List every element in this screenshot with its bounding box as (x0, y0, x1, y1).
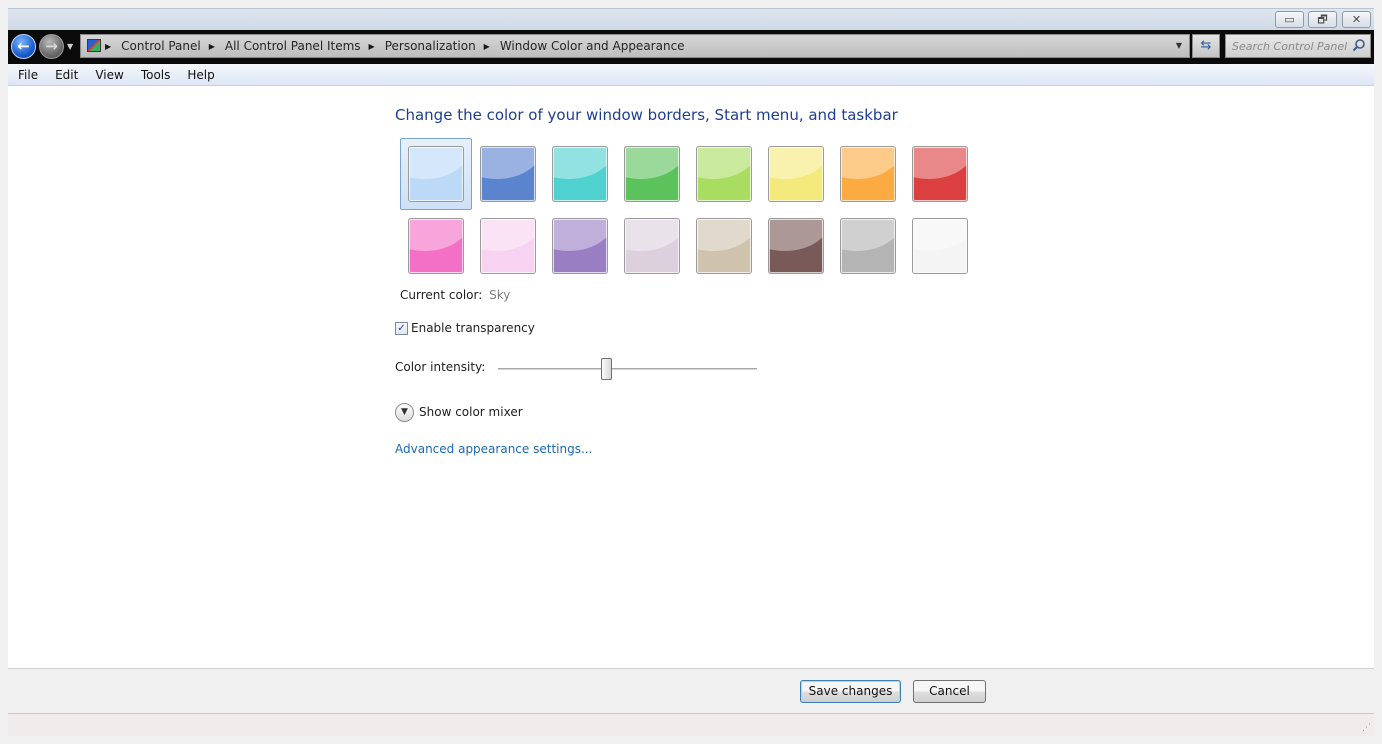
color-swatch[interactable] (400, 138, 472, 210)
color-swatch[interactable] (904, 210, 976, 282)
intensity-slider-track[interactable] (498, 368, 757, 371)
color-swatch[interactable] (688, 138, 760, 210)
color-swatch-fill (480, 146, 536, 202)
menu-tools[interactable]: Tools (131, 68, 178, 82)
chevron-right-icon[interactable]: ▶ (209, 42, 215, 51)
menu-bar: File Edit View Tools Help (8, 64, 1374, 86)
refresh-button[interactable]: ⇆ (1192, 34, 1220, 58)
recent-pages-dropdown-icon[interactable]: ▼ (67, 42, 73, 51)
cancel-button[interactable]: Cancel (913, 680, 986, 703)
title-bar: ▭ 🗗 ✕ (8, 8, 1374, 30)
breadcrumb-personalization[interactable]: Personalization (385, 39, 476, 53)
restore-button[interactable]: 🗗 (1308, 11, 1337, 28)
color-swatch-fill (912, 218, 968, 274)
menu-file[interactable]: File (8, 68, 45, 82)
search-box (1225, 34, 1371, 58)
color-swatch[interactable] (904, 138, 976, 210)
color-swatch-fill (768, 146, 824, 202)
color-swatch-fill (912, 146, 968, 202)
transparency-label[interactable]: Enable transparency (411, 321, 535, 335)
transparency-checkbox[interactable]: ✓ (395, 321, 408, 335)
window: ▭ 🗗 ✕ ← → ▼ ▶ Control Panel ▶ All Contro… (0, 0, 1382, 744)
status-bar: ⋰ (8, 713, 1374, 736)
address-dropdown-icon[interactable]: ▼ (1171, 37, 1187, 55)
back-button[interactable]: ← (11, 34, 36, 59)
color-swatch-fill (408, 146, 464, 202)
current-color: Current color: Sky (400, 288, 510, 302)
navigation-bar: ← → ▼ ▶ Control Panel ▶ All Control Pane… (8, 30, 1374, 64)
refresh-icon: ⇆ (1200, 38, 1212, 53)
show-color-mixer-toggle[interactable]: ▼ Show color mixer (395, 402, 523, 422)
main-content: Change the color of your window borders,… (8, 86, 1374, 668)
search-input[interactable] (1226, 35, 1352, 57)
footer: Save changes Cancel (8, 669, 1374, 713)
menu-view[interactable]: View (85, 68, 130, 82)
control-panel-icon (87, 39, 101, 52)
breadcrumb-all-items[interactable]: All Control Panel Items (225, 39, 361, 53)
color-swatch-grid (400, 138, 980, 278)
current-color-label: Current color: (400, 288, 483, 302)
color-swatch[interactable] (472, 138, 544, 210)
resize-grip-icon[interactable]: ⋰ (1362, 723, 1371, 733)
color-swatch-fill (480, 218, 536, 274)
page-title: Change the color of your window borders,… (395, 106, 898, 124)
color-swatch[interactable] (544, 138, 616, 210)
chevron-right-icon[interactable]: ▶ (105, 42, 111, 51)
current-color-value: Sky (489, 288, 511, 302)
mixer-label[interactable]: Show color mixer (419, 405, 523, 419)
color-swatch[interactable] (688, 210, 760, 282)
breadcrumb: ▶ Control Panel ▶ All Control Panel Item… (105, 35, 685, 57)
color-swatch[interactable] (400, 210, 472, 282)
color-swatch-fill (552, 146, 608, 202)
advanced-appearance-link[interactable]: Advanced appearance settings... (395, 442, 592, 456)
forward-button[interactable]: → (39, 34, 64, 59)
search-icon[interactable] (1352, 38, 1366, 52)
chevron-down-icon[interactable]: ▼ (395, 402, 414, 422)
color-swatch[interactable] (760, 210, 832, 282)
color-swatch[interactable] (832, 210, 904, 282)
close-button[interactable]: ✕ (1342, 11, 1371, 28)
color-swatch-fill (552, 218, 608, 274)
color-swatch-fill (840, 146, 896, 202)
chevron-right-icon[interactable]: ▶ (369, 42, 375, 51)
menu-help[interactable]: Help (177, 68, 221, 82)
color-swatch-fill (768, 218, 824, 274)
save-changes-button[interactable]: Save changes (800, 680, 901, 703)
intensity-slider-thumb[interactable] (601, 358, 613, 380)
forward-arrow-icon: → (45, 37, 58, 55)
color-swatch-fill (408, 218, 464, 274)
color-swatch[interactable] (832, 138, 904, 210)
menu-edit[interactable]: Edit (45, 68, 85, 82)
color-swatch-fill (840, 218, 896, 274)
color-swatch[interactable] (616, 138, 688, 210)
color-swatch[interactable] (472, 210, 544, 282)
color-swatch[interactable] (616, 210, 688, 282)
transparency-option[interactable]: ✓ Enable transparency (395, 320, 535, 336)
intensity-label: Color intensity: (395, 360, 486, 374)
color-swatch-fill (696, 146, 752, 202)
color-swatch-fill (624, 218, 680, 274)
breadcrumb-window-color[interactable]: Window Color and Appearance (500, 39, 685, 53)
back-arrow-icon: ← (17, 37, 30, 55)
color-swatch-fill (696, 218, 752, 274)
minimize-button[interactable]: ▭ (1275, 11, 1304, 28)
color-swatch[interactable] (544, 210, 616, 282)
color-swatch-fill (624, 146, 680, 202)
address-bar[interactable]: ▶ Control Panel ▶ All Control Panel Item… (80, 34, 1190, 58)
chevron-right-icon[interactable]: ▶ (484, 42, 490, 51)
color-swatch[interactable] (760, 138, 832, 210)
breadcrumb-control-panel[interactable]: Control Panel (121, 39, 201, 53)
